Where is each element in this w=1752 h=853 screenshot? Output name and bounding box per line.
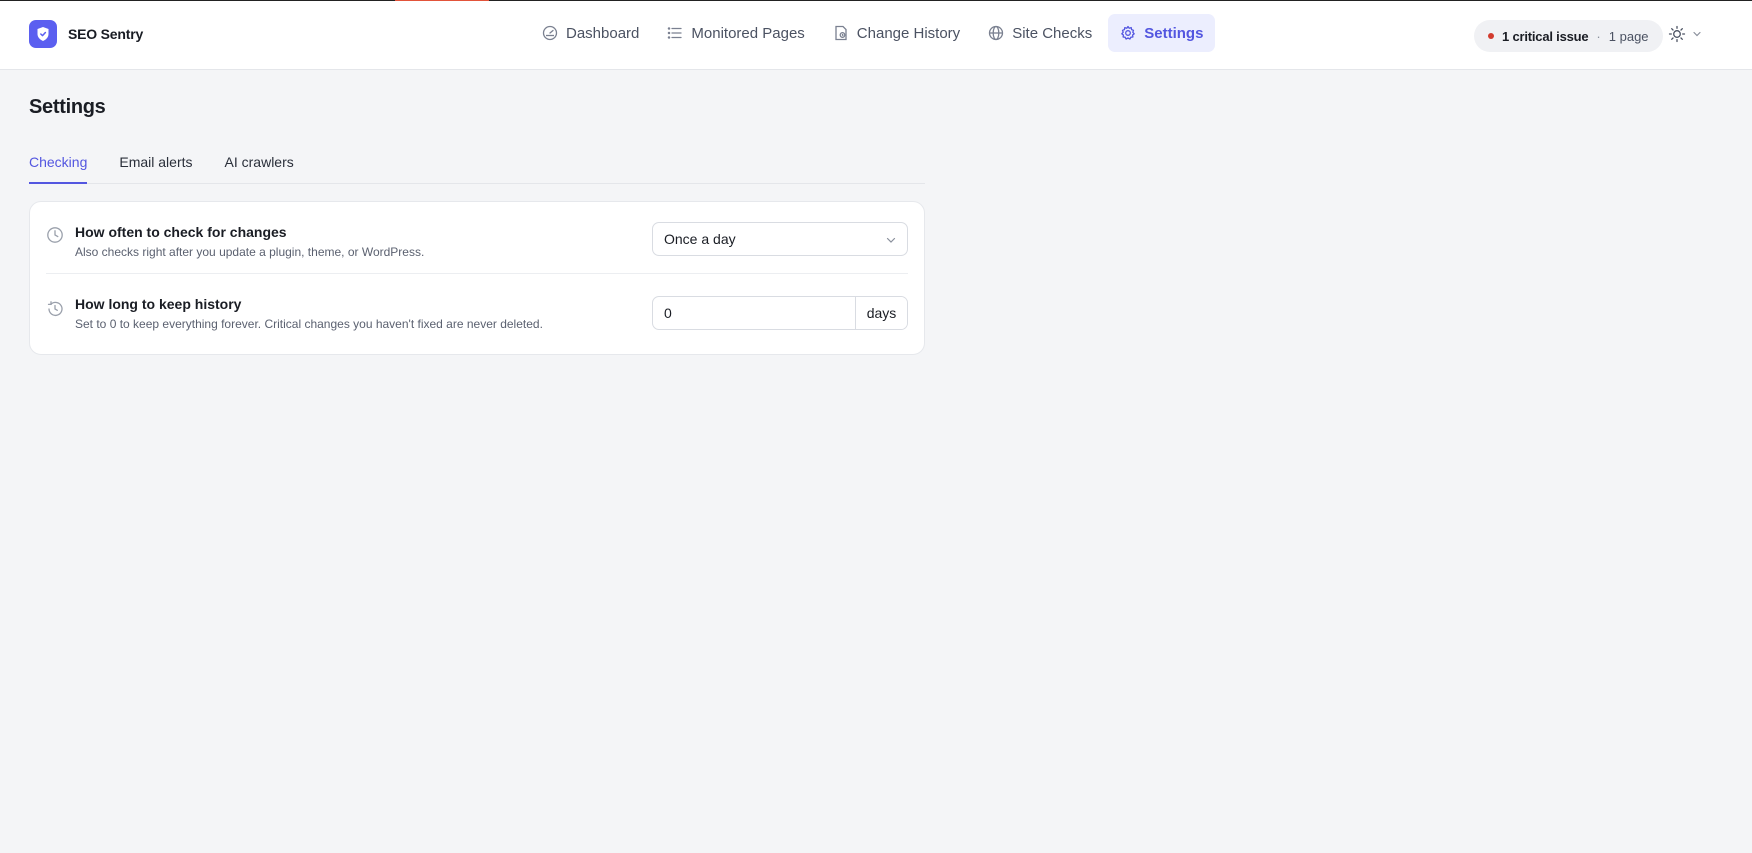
nav-item-monitored-pages[interactable]: Monitored Pages: [655, 14, 816, 52]
gauge-icon: [542, 25, 558, 41]
nav-label: Settings: [1144, 24, 1204, 42]
setting-row-retention: How long to keep history Set to 0 to kee…: [46, 274, 908, 346]
globe-icon: [989, 25, 1004, 41]
brand[interactable]: SEO Sentry: [29, 20, 143, 48]
status-separator: ·: [1596, 28, 1601, 44]
settings-tabs: Checking Email alerts AI crawlers: [29, 144, 925, 184]
setting-title: How often to check for changes: [75, 224, 287, 240]
nav-label: Change History: [856, 24, 961, 42]
top-bar: SEO Sentry Dashboard Monitored Pages Cha…: [0, 1, 1752, 70]
status-page-count: 1 page: [1608, 28, 1649, 44]
nav-label: Monitored Pages: [691, 24, 805, 42]
tab-email-alerts[interactable]: Email alerts: [119, 144, 192, 184]
setting-description: Set to 0 to keep everything forever. Cri…: [75, 317, 543, 331]
setting-row-frequency: How often to check for changes Also chec…: [46, 202, 908, 274]
nav-item-site-checks[interactable]: Site Checks: [976, 14, 1104, 52]
critical-dot: [1488, 33, 1494, 39]
shield-logo-icon: [29, 20, 57, 48]
page-title: Settings: [29, 96, 106, 118]
days-suffix: days: [855, 297, 907, 329]
settings-card: How often to check for changes Also chec…: [29, 201, 925, 355]
gear-icon: [1121, 25, 1136, 40]
clock-icon: [47, 227, 63, 243]
main-nav: Dashboard Monitored Pages Change History…: [530, 14, 1219, 52]
sun-icon: [1668, 25, 1686, 43]
history-icon: [47, 301, 63, 317]
select-value: Once a day: [664, 231, 736, 247]
chevron-down-icon: [1693, 31, 1701, 37]
history-doc-icon: [835, 25, 847, 41]
setting-description: Also checks right after you update a plu…: [75, 245, 425, 259]
status-badge[interactable]: 1 critical issue · 1 page: [1474, 20, 1663, 52]
nav-item-dashboard[interactable]: Dashboard: [530, 14, 651, 52]
tab-ai-crawlers[interactable]: AI crawlers: [225, 144, 294, 184]
status-critical-count: 1 critical issue: [1502, 28, 1589, 44]
tab-checking[interactable]: Checking: [29, 144, 88, 184]
nav-label: Dashboard: [566, 24, 640, 42]
nav-item-settings[interactable]: Settings: [1108, 14, 1216, 52]
check-frequency-select[interactable]: Once a day: [652, 222, 908, 256]
list-icon: [668, 27, 683, 39]
nav-label: Site Checks: [1012, 24, 1093, 42]
brand-name: SEO Sentry: [68, 26, 144, 42]
chevron-down-icon: [886, 237, 896, 243]
nav-item-change-history[interactable]: Change History: [821, 14, 972, 52]
setting-title: How long to keep history: [75, 296, 242, 312]
retention-days-input[interactable]: [653, 297, 855, 329]
retention-input-group: days: [652, 296, 908, 330]
theme-toggle[interactable]: [1668, 25, 1702, 43]
